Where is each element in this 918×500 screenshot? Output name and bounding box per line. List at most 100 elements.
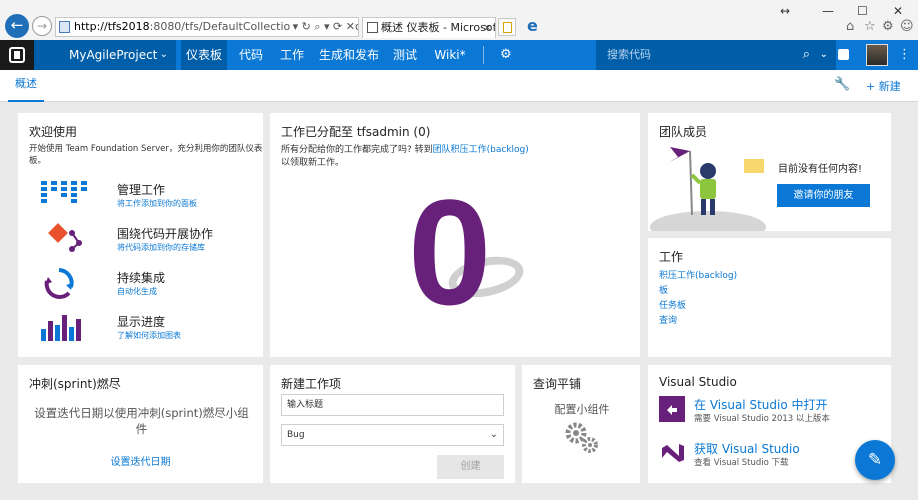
tfs-header: MyAgileProject ⌄ 仪表板 代码 工作 生成和发布 测试 Wiki…: [0, 40, 918, 70]
widget-title: 新建工作项: [281, 377, 342, 391]
project-selector[interactable]: MyAgileProject ⌄: [34, 40, 176, 70]
tab-favicon-icon: [367, 22, 378, 33]
widget-title: 工作: [659, 250, 684, 264]
wrench-icon[interactable]: 🔧: [834, 77, 850, 92]
dashboard-pivot-bar: 概述 🔧 + 新建: [0, 70, 918, 102]
link-queries[interactable]: 查询: [659, 314, 737, 329]
browser-tab-page[interactable]: [498, 18, 516, 36]
project-name: MyAgileProject: [69, 48, 158, 62]
tab-overview[interactable]: 概述: [8, 70, 44, 102]
minimize-icon[interactable]: —: [822, 4, 834, 18]
welcome-item-ci[interactable]: 持续集成 自动化生成: [29, 267, 269, 307]
welcome-item-link[interactable]: 将工作添加到你的面板: [117, 198, 197, 209]
welcome-description: 开始使用 Team Foundation Server，充分利用你的团队仪表板。: [29, 144, 263, 166]
favorites-star-icon[interactable]: ☆: [864, 19, 876, 34]
assigned-count: 0: [408, 168, 492, 336]
avatar[interactable]: [866, 44, 888, 66]
team-members-widget: 团队成员 目前没有任何内容! 邀请你的朋友: [648, 113, 891, 231]
visual-studio-open-icon: [659, 396, 685, 422]
kebab-menu-icon[interactable]: ⋮: [898, 40, 911, 70]
forward-arrow-icon[interactable]: →: [32, 16, 52, 36]
visual-studio-widget: Visual Studio 在 Visual Studio 中打开 需要 Vis…: [648, 365, 891, 483]
page-icon: [59, 21, 70, 33]
edit-dashboard-pencil-icon[interactable]: ✎: [855, 440, 895, 480]
widget-title: 欢迎使用: [29, 125, 78, 139]
welcome-item-link[interactable]: 将代码添加到你的存储库: [117, 242, 205, 253]
hub-work[interactable]: 工作: [275, 40, 309, 70]
query-tile-widget: 查询平铺 配置小组件: [522, 365, 640, 483]
hub-dashboards[interactable]: 仪表板: [181, 40, 227, 70]
set-iteration-dates-link[interactable]: 设置迭代日期: [18, 453, 263, 468]
welcome-item-title: 管理工作: [117, 183, 166, 197]
team-empty-message: 目前没有任何内容!: [778, 164, 863, 175]
chevron-down-icon[interactable]: ⌄: [820, 40, 828, 70]
assigned-to-me-widget: 工作已分配至 tfsadmin (0) 所有分配给你的工作都完成了吗? 转到团队…: [270, 113, 640, 357]
address-bar[interactable]: http://tfs2018:8080/tfs/DefaultCollectio…: [55, 17, 359, 37]
create-button[interactable]: 创建: [437, 455, 504, 479]
widget-title: 冲刺(sprint)燃尽: [29, 377, 121, 391]
hub-test[interactable]: 测试: [388, 40, 422, 70]
maximize-icon[interactable]: ☐: [857, 4, 868, 18]
configure-widget-label[interactable]: 配置小组件: [522, 401, 642, 417]
hub-build-release[interactable]: 生成和发布: [318, 40, 380, 70]
work-item-title-input[interactable]: 输入标题: [281, 394, 504, 416]
tfs-logo-icon[interactable]: [0, 40, 34, 70]
new-tab-edge-icon[interactable]: e: [527, 16, 538, 35]
welcome-item-manage-work[interactable]: 管理工作 将工作添加到你的面板: [29, 179, 269, 219]
plus-icon: +: [866, 80, 879, 93]
close-window-icon[interactable]: ✕: [893, 4, 903, 18]
continuous-integration-icon: [44, 268, 74, 299]
vs-item-title: 在 Visual Studio 中打开: [694, 398, 828, 412]
search-icon[interactable]: ⌕: [803, 40, 810, 70]
document-icon: [503, 22, 512, 33]
work-links-widget: 工作 积压工作(backlog) 板 任务板 查询: [648, 238, 891, 357]
link-backlog[interactable]: 积压工作(backlog): [659, 269, 737, 284]
widget-title: 查询平铺: [533, 377, 582, 391]
address-controls[interactable]: ▾ ↻ ⌕ ▾ ⟳ ✕: [289, 18, 355, 36]
tab-close-icon[interactable]: ×: [483, 18, 492, 38]
welcome-widget: 欢迎使用 开始使用 Team Foundation Server，充分利用你的团…: [18, 113, 263, 357]
assigned-text-end: 以领取新工作。: [281, 158, 345, 168]
welcome-item-title: 持续集成: [117, 271, 166, 285]
assigned-description: 所有分配给你的工作都完成了吗? 转到团队积压工作(backlog) 以领取新工作。: [281, 144, 621, 170]
backlog-link[interactable]: 团队积压工作(backlog): [433, 145, 529, 155]
divider: [483, 46, 484, 64]
hub-code[interactable]: 代码: [234, 40, 268, 70]
assigned-text: 所有分配给你的工作都完成了吗? 转到: [281, 145, 433, 155]
welcome-item-title: 围绕代码开展协作: [117, 227, 214, 241]
home-icon[interactable]: ⌂: [846, 19, 854, 34]
search-code-input[interactable]: 搜索代码 ⌕ ⌄: [596, 40, 836, 70]
welcome-item-code[interactable]: 围绕代码开展协作 将代码添加到你的存储库: [29, 223, 269, 263]
work-item-type-value: Bug: [287, 430, 305, 440]
welcome-item-link[interactable]: 自动化生成: [117, 286, 157, 297]
welcome-item-progress[interactable]: 显示进度 了解如何添加图表: [29, 311, 269, 351]
git-code-icon: [48, 223, 82, 252]
hub-wiki[interactable]: Wiki*: [430, 40, 470, 70]
team-flag-illustration-icon: [650, 147, 766, 231]
new-dashboard-button[interactable]: + 新建: [866, 78, 901, 94]
new-label: 新建: [878, 80, 901, 93]
browser-tab-active[interactable]: 概述 仪表板 - Microsoft T... ×: [362, 17, 496, 38]
sprint-message: 设置迭代日期以使用冲刺(sprint)燃尽小组件: [34, 406, 249, 436]
smiley-icon[interactable]: ☺: [900, 19, 914, 34]
welcome-item-title: 显示进度: [117, 315, 166, 329]
widget-title: 团队成员: [659, 125, 708, 139]
kanban-board-icon: [41, 181, 87, 203]
link-taskboard[interactable]: 任务板: [659, 299, 737, 314]
search-placeholder: 搜索代码: [607, 48, 651, 61]
welcome-item-link[interactable]: 了解如何添加图表: [117, 330, 181, 341]
vs-item-title: 获取 Visual Studio: [694, 442, 800, 456]
link-board[interactable]: 板: [659, 284, 737, 299]
sprint-burndown-widget: 冲刺(sprint)燃尽 设置迭代日期以使用冲刺(sprint)燃尽小组件 设置…: [18, 365, 263, 483]
browser-tab-title: 概述 仪表板 - Microsoft T...: [381, 21, 496, 34]
new-work-item-widget: 新建工作项 输入标题 Bug ⌄ 创建: [270, 365, 515, 483]
back-arrow-icon[interactable]: ←: [5, 14, 29, 38]
settings-gear-icon[interactable]: ⚙: [882, 19, 894, 34]
settings-gear-icon[interactable]: ⚙: [500, 40, 512, 70]
marketplace-bag-icon[interactable]: [838, 49, 849, 60]
browser-chrome: ← → http://tfs2018:8080/tfs/DefaultColle…: [0, 0, 918, 40]
widget-title: 工作已分配至 tfsadmin (0): [281, 125, 431, 139]
invite-friends-button[interactable]: 邀请你的朋友: [777, 184, 870, 207]
resize-icon[interactable]: ↔: [780, 4, 790, 18]
work-item-type-select[interactable]: Bug ⌄: [281, 424, 504, 446]
